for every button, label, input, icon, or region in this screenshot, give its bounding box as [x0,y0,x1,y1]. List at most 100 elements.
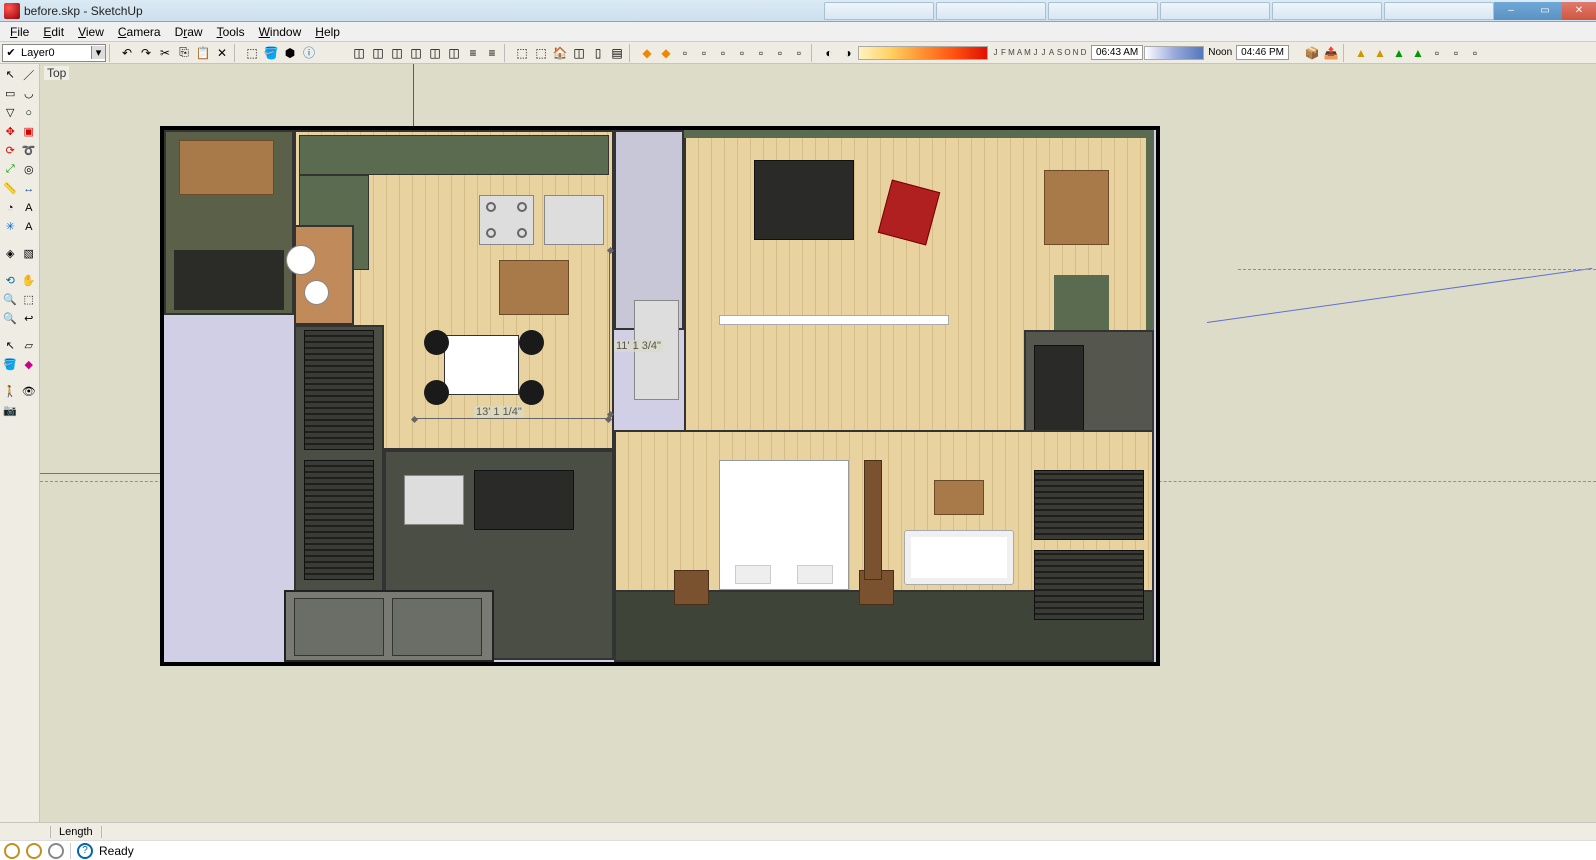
user-icon[interactable] [48,843,64,859]
pushpull-tool[interactable]: ▣ [21,123,38,140]
home-icon[interactable]: 🏠 [551,44,569,62]
followme-tool[interactable]: ➰ [21,142,38,159]
pointer-tool[interactable]: ↖ [2,337,19,354]
warehouse-icon[interactable]: ⬢ [281,44,299,62]
delete-icon[interactable]: ✕ [213,44,231,62]
menu-tools[interactable]: Tools [211,23,251,41]
menu-help[interactable]: Help [309,23,346,41]
axes-tool[interactable]: ✳ [2,218,19,235]
rotate-tool[interactable]: ⟳ [2,142,19,159]
shadow-settings-icon[interactable]: ◑ [839,44,857,62]
paint-bucket-tool[interactable]: 🪣 [2,356,19,373]
rectangle-tool[interactable]: ▭ [2,85,19,102]
front-icon[interactable]: ◫ [388,44,406,62]
scale-tool[interactable]: ⤢ [2,161,19,178]
get-models-icon[interactable]: 📦 [1303,44,1321,62]
protractor-tool[interactable]: ◔ [2,199,19,216]
section-display-tool[interactable]: ▧ [21,245,38,262]
stair-icon[interactable]: ▤ [608,44,626,62]
copy-icon[interactable]: ⎘ [175,44,193,62]
menu-window[interactable]: Window [253,23,308,41]
sandbox4-icon[interactable]: ▲ [1409,44,1427,62]
layer-selector[interactable]: ✔ Layer0 ▾ [2,44,106,62]
sandbox6-icon[interactable]: ▫ [1447,44,1465,62]
section-tool[interactable]: ◈ [2,245,19,262]
menu-camera[interactable]: Camera [112,23,167,41]
close-button[interactable]: ✕ [1562,2,1596,20]
maximize-button[interactable]: ▭ [1528,2,1562,20]
solid-trim-icon[interactable]: ▫ [714,44,732,62]
time-pm[interactable]: 04:46 PM [1236,45,1289,60]
sandbox1-icon[interactable]: ▲ [1352,44,1370,62]
top-icon[interactable]: ◫ [369,44,387,62]
3dtext-tool[interactable]: A [21,218,38,235]
select-tool[interactable]: ↖ [2,66,19,83]
group3-icon[interactable]: ▫ [790,44,808,62]
window-blinds [1034,550,1144,620]
door-icon[interactable]: ▯ [589,44,607,62]
eraser-tool[interactable]: ▱ [21,337,38,354]
zoom-window-tool[interactable]: ⬚ [21,291,38,308]
geo-icon[interactable] [4,843,20,859]
window-icon[interactable]: ◫ [570,44,588,62]
sandbox2-icon[interactable]: ▲ [1371,44,1389,62]
component-browse-icon[interactable]: ⬚ [532,44,550,62]
viewport[interactable]: Top [40,64,1596,822]
pan-tool[interactable]: ✋ [21,272,38,289]
orbit-tool[interactable]: ⟲ [2,272,19,289]
arc-tool[interactable]: ◡ [21,85,38,102]
shadow-slider[interactable] [858,46,988,60]
back-icon[interactable]: ◫ [426,44,444,62]
previous-tool[interactable]: ↩ [21,310,38,327]
share-model-icon[interactable]: 📤 [1322,44,1340,62]
offset-tool[interactable]: ◎ [21,161,38,178]
polygon-tool[interactable]: ▽ [2,104,19,121]
text-tool[interactable]: A [21,199,38,216]
solid-union-icon[interactable]: ▫ [676,44,694,62]
time-slider[interactable] [1144,46,1204,60]
move-tool[interactable]: ✥ [2,123,19,140]
component-tool[interactable]: ◆ [21,356,38,373]
solid-split-icon[interactable]: ▫ [733,44,751,62]
group2-icon[interactable]: ▫ [771,44,789,62]
solid-intersect-icon[interactable]: ◆ [657,44,675,62]
menu-file[interactable]: File [4,23,35,41]
position-camera-tool[interactable]: 📷 [2,402,19,419]
menu-edit[interactable]: Edit [37,23,70,41]
lookaround-tool[interactable]: 👁 [21,383,38,400]
tape-tool[interactable]: 📏 [2,180,19,197]
stack-icon[interactable]: ≡ [464,44,482,62]
left-icon[interactable]: ◫ [445,44,463,62]
model-info-icon[interactable]: ⓘ [300,44,318,62]
iso-icon[interactable]: ◫ [350,44,368,62]
circle-tool[interactable]: ○ [21,104,38,121]
paint-icon[interactable]: 🪣 [262,44,280,62]
group1-icon[interactable]: ▫ [752,44,770,62]
cut-icon[interactable]: ✂ [156,44,174,62]
redo-icon[interactable]: ↷ [137,44,155,62]
shadow-toggle-icon[interactable]: ◐ [820,44,838,62]
zoom-tool[interactable]: 🔍 [2,291,19,308]
paste-icon[interactable]: 📋 [194,44,212,62]
sandbox5-icon[interactable]: ▫ [1428,44,1446,62]
walk-tool[interactable]: 🚶 [2,383,19,400]
line-tool[interactable]: ／ [21,66,38,83]
solid-subtract-icon[interactable]: ▫ [695,44,713,62]
credit-icon[interactable] [26,843,42,859]
dimension-tool[interactable]: ↔ [21,180,38,197]
component-make-icon[interactable]: ⬚ [513,44,531,62]
right-icon[interactable]: ◫ [407,44,425,62]
time-am[interactable]: 06:43 AM [1091,45,1143,60]
component-icon[interactable]: ⬚ [243,44,261,62]
minimize-button[interactable]: – [1494,2,1528,20]
solid-outer-icon[interactable]: ◆ [638,44,656,62]
undo-icon[interactable]: ↶ [118,44,136,62]
month-strip[interactable]: JFM AMJ JAS OND [989,48,1090,57]
sandbox7-icon[interactable]: ▫ [1466,44,1484,62]
help-icon[interactable]: ? [77,843,93,859]
menu-view[interactable]: View [72,23,110,41]
zoom-extents-tool[interactable]: 🔍 [2,310,19,327]
menu-draw[interactable]: Draw [169,23,209,41]
stack2-icon[interactable]: ≡ [483,44,501,62]
sandbox3-icon[interactable]: ▲ [1390,44,1408,62]
